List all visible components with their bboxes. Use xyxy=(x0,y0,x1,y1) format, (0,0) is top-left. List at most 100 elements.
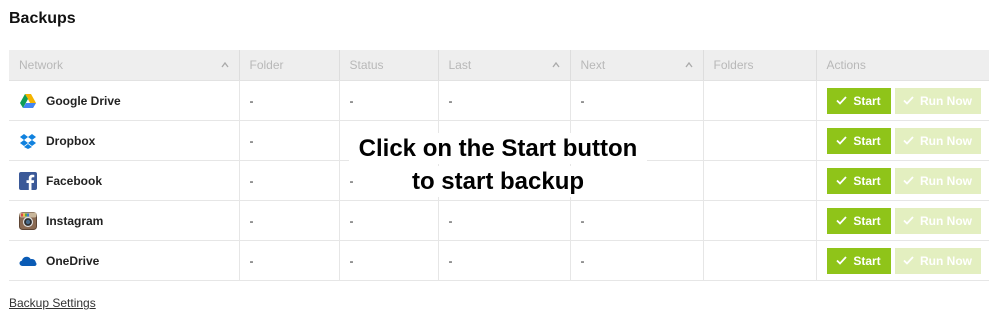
run-now-label: Run Now xyxy=(920,93,972,108)
network-name: Dropbox xyxy=(46,133,96,148)
next-cell xyxy=(570,120,704,161)
table-row: Instagram - - - - Start Run Now xyxy=(9,200,989,241)
column-header-label: Network xyxy=(19,58,64,72)
run-now-label: Run Now xyxy=(920,253,972,268)
table-row: Facebook - - Start Run Now xyxy=(9,160,989,201)
check-icon xyxy=(903,96,914,105)
sort-caret-icon xyxy=(220,61,229,68)
start-label: Start xyxy=(853,93,881,108)
column-header-label: Folder xyxy=(249,58,284,72)
folders-cell xyxy=(703,240,817,281)
column-header-label: Last xyxy=(448,58,472,72)
last-cell xyxy=(438,160,571,201)
sort-caret-icon xyxy=(684,61,693,68)
network-cell: Instagram xyxy=(19,211,239,230)
backup-settings-link[interactable]: Backup Settings xyxy=(9,296,96,310)
start-label: Start xyxy=(853,133,881,148)
folders-cell xyxy=(703,200,817,241)
network-name: Google Drive xyxy=(46,93,121,108)
folder-cell: - xyxy=(239,80,340,121)
google-drive-icon xyxy=(20,93,36,108)
sort-caret-icon xyxy=(551,61,560,68)
column-header-network[interactable]: Network xyxy=(9,50,240,81)
actions-cell: Start Run Now xyxy=(816,160,989,201)
start-button[interactable]: Start xyxy=(826,167,891,194)
network-cell: OneDrive xyxy=(19,252,239,270)
check-icon xyxy=(836,256,847,265)
folder-cell: - xyxy=(239,120,340,161)
check-icon xyxy=(903,176,914,185)
network-name: Facebook xyxy=(46,173,103,188)
network-name: OneDrive xyxy=(46,253,100,268)
next-cell: - xyxy=(570,80,704,121)
start-label: Start xyxy=(853,173,881,188)
status-cell: - xyxy=(339,240,439,281)
check-icon xyxy=(903,216,914,225)
check-icon xyxy=(836,136,847,145)
actions-cell: Start Run Now xyxy=(816,80,989,121)
folders-cell xyxy=(703,160,817,201)
folders-cell xyxy=(703,120,817,161)
column-header-label: Actions xyxy=(826,58,866,72)
status-cell: - xyxy=(339,80,439,121)
check-icon xyxy=(903,256,914,265)
run-now-label: Run Now xyxy=(920,133,972,148)
instagram-icon xyxy=(19,211,37,230)
column-header-status: Status xyxy=(339,50,439,81)
network-cell: Dropbox xyxy=(19,132,239,150)
start-button[interactable]: Start xyxy=(826,127,891,154)
column-header-label: Status xyxy=(349,58,384,72)
network-cell: Facebook xyxy=(19,171,239,190)
table-row: OneDrive - - - - Start Run Now xyxy=(9,240,989,281)
column-header-folder: Folder xyxy=(239,50,340,81)
start-label: Start xyxy=(853,253,881,268)
column-header-label: Next xyxy=(580,58,606,72)
status-cell: - xyxy=(339,200,439,241)
last-cell: - xyxy=(438,240,571,281)
last-cell xyxy=(438,120,571,161)
run-now-button[interactable]: Run Now xyxy=(894,127,981,154)
column-header-next[interactable]: Next xyxy=(570,50,704,81)
check-icon xyxy=(836,176,847,185)
column-header-actions: Actions xyxy=(816,50,989,81)
start-button[interactable]: Start xyxy=(826,247,891,274)
next-cell: - xyxy=(570,200,704,241)
folder-cell: - xyxy=(239,200,340,241)
page-title: Backups xyxy=(9,10,76,27)
facebook-icon xyxy=(19,171,37,190)
run-now-button[interactable]: Run Now xyxy=(894,167,981,194)
check-icon xyxy=(836,96,847,105)
start-button[interactable]: Start xyxy=(826,87,891,114)
run-now-label: Run Now xyxy=(920,213,972,228)
dropbox-icon xyxy=(20,133,36,149)
column-header-label: Folders xyxy=(713,58,754,72)
folders-cell xyxy=(703,80,817,121)
table-header-row: Network Folder Status Last Next Folders … xyxy=(9,50,989,81)
run-now-button[interactable]: Run Now xyxy=(894,247,981,274)
last-cell: - xyxy=(438,200,571,241)
actions-cell: Start Run Now xyxy=(816,120,989,161)
status-cell xyxy=(339,120,439,161)
onedrive-icon xyxy=(19,256,37,266)
network-cell: Google Drive xyxy=(19,92,239,110)
next-cell xyxy=(570,160,704,201)
backups-table: Network Folder Status Last Next Folders … xyxy=(9,50,989,281)
run-now-label: Run Now xyxy=(920,173,972,188)
run-now-button[interactable]: Run Now xyxy=(894,87,981,114)
last-cell: - xyxy=(438,80,571,121)
table-row: Google Drive - - - - Start Run Now xyxy=(9,80,989,121)
run-now-button[interactable]: Run Now xyxy=(894,207,981,234)
status-cell: - xyxy=(339,160,439,201)
actions-cell: Start Run Now xyxy=(816,240,989,281)
folder-cell: - xyxy=(239,160,340,201)
actions-cell: Start Run Now xyxy=(816,200,989,241)
start-label: Start xyxy=(853,213,881,228)
folder-cell: - xyxy=(239,240,340,281)
check-icon xyxy=(836,216,847,225)
network-name: Instagram xyxy=(46,213,104,228)
start-button[interactable]: Start xyxy=(826,207,891,234)
next-cell: - xyxy=(570,240,704,281)
table-row: Dropbox - Start Run Now xyxy=(9,120,989,161)
column-header-last[interactable]: Last xyxy=(438,50,571,81)
column-header-folders: Folders xyxy=(703,50,817,81)
